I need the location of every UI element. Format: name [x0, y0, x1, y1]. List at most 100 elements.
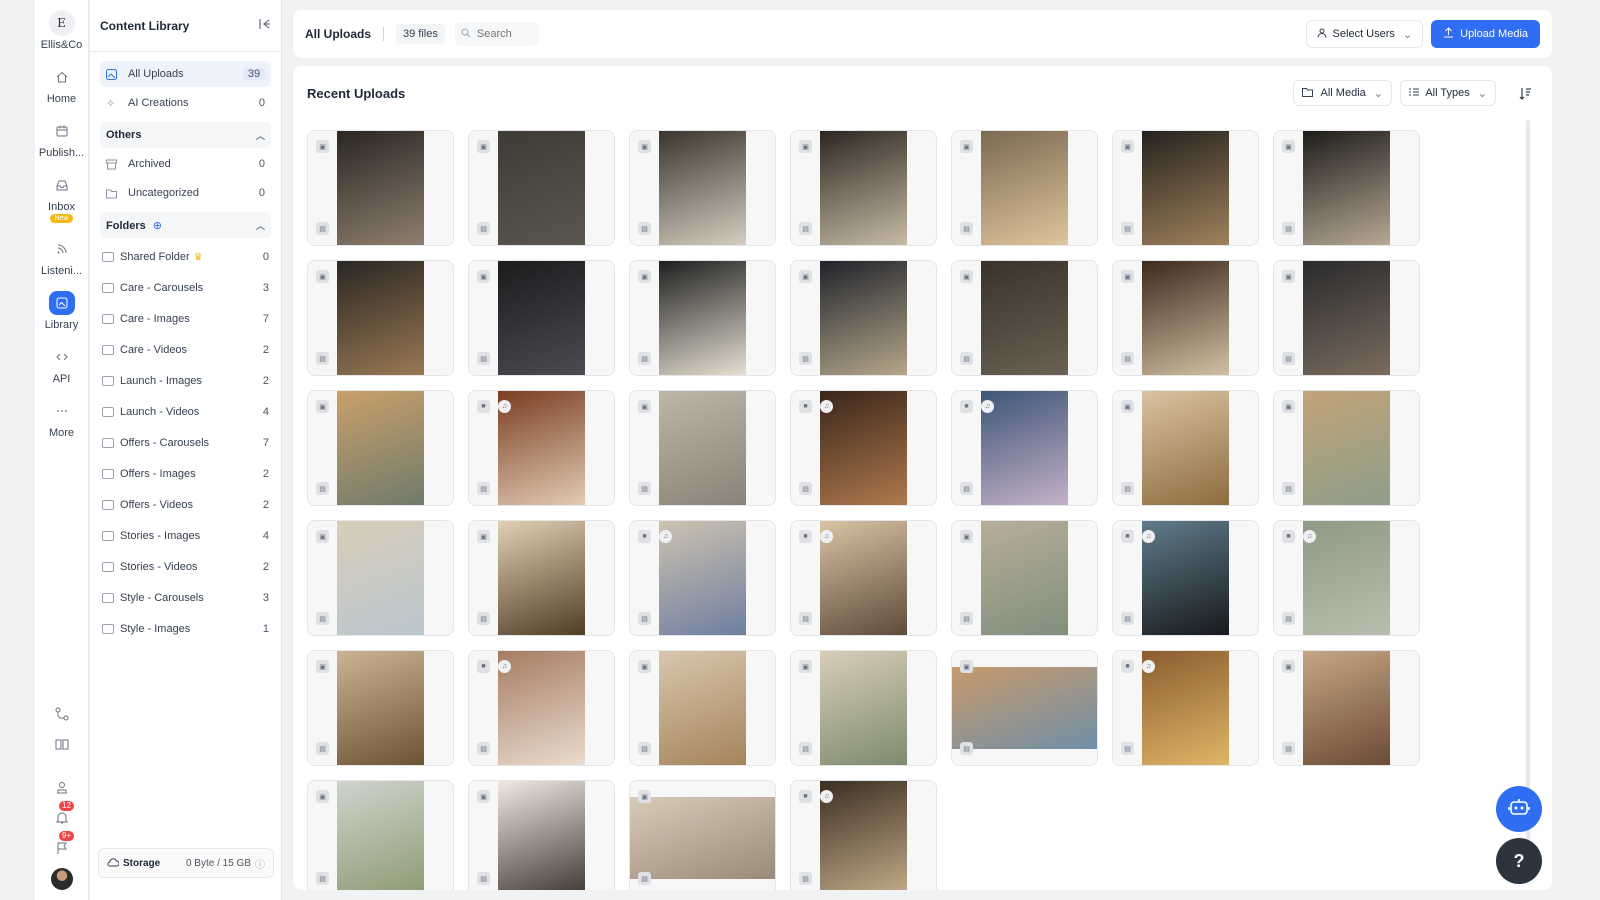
- book-icon[interactable]: [52, 734, 72, 754]
- folder-item[interactable]: Stories - Videos 2: [102, 555, 269, 579]
- media-card[interactable]: ▣ ▤: [468, 780, 615, 890]
- media-card[interactable]: ▣ ▤: [951, 260, 1098, 376]
- folder-item[interactable]: Style - Carousels 3: [102, 586, 269, 610]
- details-icon[interactable]: ▤: [638, 612, 651, 625]
- library-item-all-uploads[interactable]: All Uploads 39: [100, 61, 271, 87]
- all-media-filter[interactable]: All Media ⌄: [1292, 80, 1392, 106]
- details-icon[interactable]: ▤: [477, 742, 490, 755]
- rail-item-publish[interactable]: Publish...: [35, 119, 89, 159]
- details-icon[interactable]: ▤: [1121, 742, 1134, 755]
- details-icon[interactable]: ▤: [316, 352, 329, 365]
- media-card[interactable]: ▣ ▤: [790, 260, 937, 376]
- folder-item[interactable]: Style - Images 1: [102, 617, 269, 641]
- section-others[interactable]: Others ︿: [100, 122, 271, 148]
- rail-item-more[interactable]: More: [35, 399, 89, 439]
- details-icon[interactable]: ▤: [477, 612, 490, 625]
- ai-assistant-button[interactable]: [1496, 786, 1542, 832]
- media-card[interactable]: ▣ ▤: [629, 650, 776, 766]
- folder-item[interactable]: Offers - Carousels 7: [102, 431, 269, 455]
- details-icon[interactable]: ▤: [960, 612, 973, 625]
- details-icon[interactable]: ▤: [1121, 482, 1134, 495]
- workflow-icon[interactable]: [52, 704, 72, 724]
- details-icon[interactable]: ▤: [960, 222, 973, 235]
- details-icon[interactable]: ▤: [1282, 742, 1295, 755]
- media-card[interactable]: ▣ ▤: [468, 260, 615, 376]
- details-icon[interactable]: ▤: [1282, 612, 1295, 625]
- details-icon[interactable]: ▤: [316, 742, 329, 755]
- add-folder-icon[interactable]: ⊕: [153, 220, 162, 232]
- folder-item[interactable]: Shared Folder ♛ 0: [102, 245, 269, 269]
- section-folders[interactable]: Folders ⊕ ︿: [100, 212, 271, 238]
- folder-item[interactable]: Offers - Images 2: [102, 462, 269, 486]
- rail-item-library[interactable]: Library: [35, 291, 89, 331]
- details-icon[interactable]: ▤: [799, 352, 812, 365]
- chevron-up-icon[interactable]: ︿: [256, 219, 265, 232]
- media-card[interactable]: ■ ♫ ▤: [1112, 650, 1259, 766]
- details-icon[interactable]: ▤: [316, 222, 329, 235]
- media-card[interactable]: ▣ ▤: [629, 130, 776, 246]
- media-card[interactable]: ■ ♫ ▤: [790, 390, 937, 506]
- details-icon[interactable]: ▤: [477, 352, 490, 365]
- folder-item[interactable]: Care - Videos 2: [102, 338, 269, 362]
- media-card[interactable]: ▣ ▤: [1273, 130, 1420, 246]
- library-item-ai-creations[interactable]: ✧ AI Creations 0: [100, 90, 271, 116]
- details-icon[interactable]: ▤: [1121, 222, 1134, 235]
- media-card[interactable]: ▣ ▤: [307, 650, 454, 766]
- folder-item[interactable]: Stories - Images 4: [102, 524, 269, 548]
- search-input[interactable]: [476, 28, 537, 40]
- media-card[interactable]: ▣ ▤: [629, 390, 776, 506]
- search-box[interactable]: [454, 22, 539, 46]
- all-types-filter[interactable]: All Types ⌄: [1400, 80, 1496, 106]
- sort-icon[interactable]: [1514, 82, 1536, 104]
- bell-icon[interactable]: 12: [52, 801, 74, 828]
- media-card[interactable]: ■ ♫ ▤: [1112, 520, 1259, 636]
- media-card[interactable]: ▣ ▤: [629, 260, 776, 376]
- details-icon[interactable]: ▤: [638, 742, 651, 755]
- details-icon[interactable]: ▤: [1282, 482, 1295, 495]
- rail-item-listeni[interactable]: Listeni...: [35, 237, 89, 277]
- media-card[interactable]: ▣ ▤: [1112, 390, 1259, 506]
- details-icon[interactable]: ▤: [316, 482, 329, 495]
- media-card[interactable]: ▣ ▤: [1273, 650, 1420, 766]
- details-icon[interactable]: ▤: [638, 872, 651, 885]
- details-icon[interactable]: ▤: [316, 872, 329, 885]
- media-card[interactable]: ■ ♫ ▤: [468, 390, 615, 506]
- media-card[interactable]: ■ ♫ ▤: [468, 650, 615, 766]
- rail-item-api[interactable]: API: [35, 345, 89, 385]
- stamp-icon[interactable]: [52, 778, 72, 798]
- media-card[interactable]: ■ ♫ ▤: [790, 780, 937, 890]
- media-card[interactable]: ▣ ▤: [1273, 390, 1420, 506]
- media-card[interactable]: ▣ ▤: [1112, 130, 1259, 246]
- folder-item[interactable]: Care - Carousels 3: [102, 276, 269, 300]
- media-card[interactable]: ▣ ▤: [307, 780, 454, 890]
- details-icon[interactable]: ▤: [638, 482, 651, 495]
- rail-item-home[interactable]: Home: [35, 65, 89, 105]
- media-card[interactable]: ▣ ▤: [790, 130, 937, 246]
- upload-media-button[interactable]: Upload Media: [1431, 20, 1540, 48]
- media-card[interactable]: ■ ♫ ▤: [1273, 520, 1420, 636]
- media-card[interactable]: ▣ ▤: [307, 130, 454, 246]
- flag-icon[interactable]: 9+: [52, 831, 75, 858]
- collapse-sidebar-icon[interactable]: [259, 18, 271, 33]
- media-card[interactable]: ▣ ▤: [629, 780, 776, 890]
- select-users-dropdown[interactable]: Select Users ⌄: [1305, 20, 1424, 48]
- media-card[interactable]: ■ ♫ ▤: [629, 520, 776, 636]
- media-card[interactable]: ▣ ▤: [307, 520, 454, 636]
- media-card[interactable]: ▣ ▤: [951, 130, 1098, 246]
- details-icon[interactable]: ▤: [799, 482, 812, 495]
- media-card[interactable]: ▣ ▤: [1273, 260, 1420, 376]
- folder-item[interactable]: Launch - Videos 4: [102, 400, 269, 424]
- media-card[interactable]: ▣ ▤: [307, 390, 454, 506]
- details-icon[interactable]: ▤: [1282, 352, 1295, 365]
- details-icon[interactable]: ▤: [799, 742, 812, 755]
- folder-item[interactable]: Care - Images 7: [102, 307, 269, 331]
- workspace-logo[interactable]: E: [48, 10, 75, 36]
- details-icon[interactable]: ▤: [316, 612, 329, 625]
- details-icon[interactable]: ▤: [799, 222, 812, 235]
- rail-item-inbox[interactable]: Inbox New: [35, 173, 89, 223]
- details-icon[interactable]: ▤: [1121, 352, 1134, 365]
- media-card[interactable]: ▣ ▤: [1112, 260, 1259, 376]
- media-card[interactable]: ▣ ▤: [307, 260, 454, 376]
- media-card[interactable]: ▣ ▤: [468, 520, 615, 636]
- help-button[interactable]: ?: [1496, 838, 1542, 884]
